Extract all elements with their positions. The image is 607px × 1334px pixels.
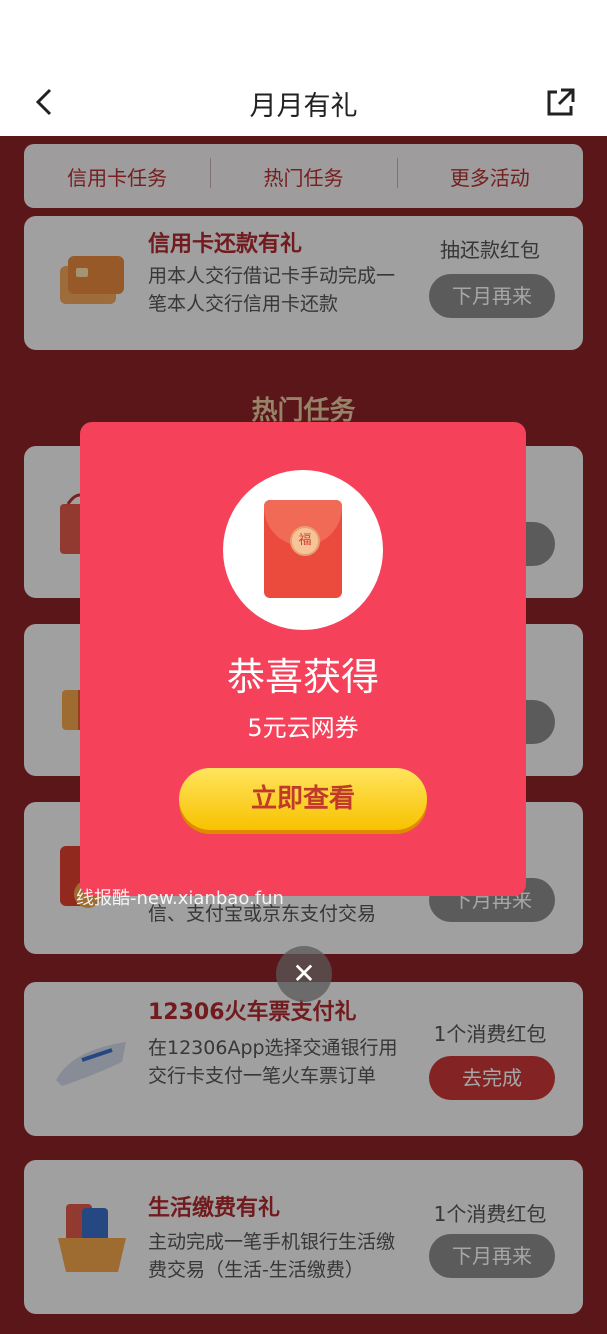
share-button[interactable] <box>543 86 577 120</box>
red-envelope-icon: 福 <box>264 500 342 598</box>
page-title: 月月有礼 <box>249 91 358 122</box>
share-icon <box>547 88 575 116</box>
close-icon: ✕ <box>292 957 316 990</box>
close-modal-button[interactable]: ✕ <box>276 946 332 1002</box>
view-now-button[interactable]: 立即查看 <box>179 768 427 830</box>
reward-modal: 福 恭喜获得 5元云网券 立即查看 <box>80 422 526 896</box>
envelope-seal: 福 <box>290 526 320 556</box>
modal-heading: 恭喜获得 <box>226 655 379 699</box>
nav-bar: 月月有礼 <box>0 70 607 136</box>
red-envelope-badge: 福 <box>223 470 383 630</box>
modal-reward-name: 5元云网券 <box>247 714 359 742</box>
watermark: 线报酷-new.xianbao.fun <box>76 888 284 909</box>
status-bar-area <box>0 0 607 70</box>
